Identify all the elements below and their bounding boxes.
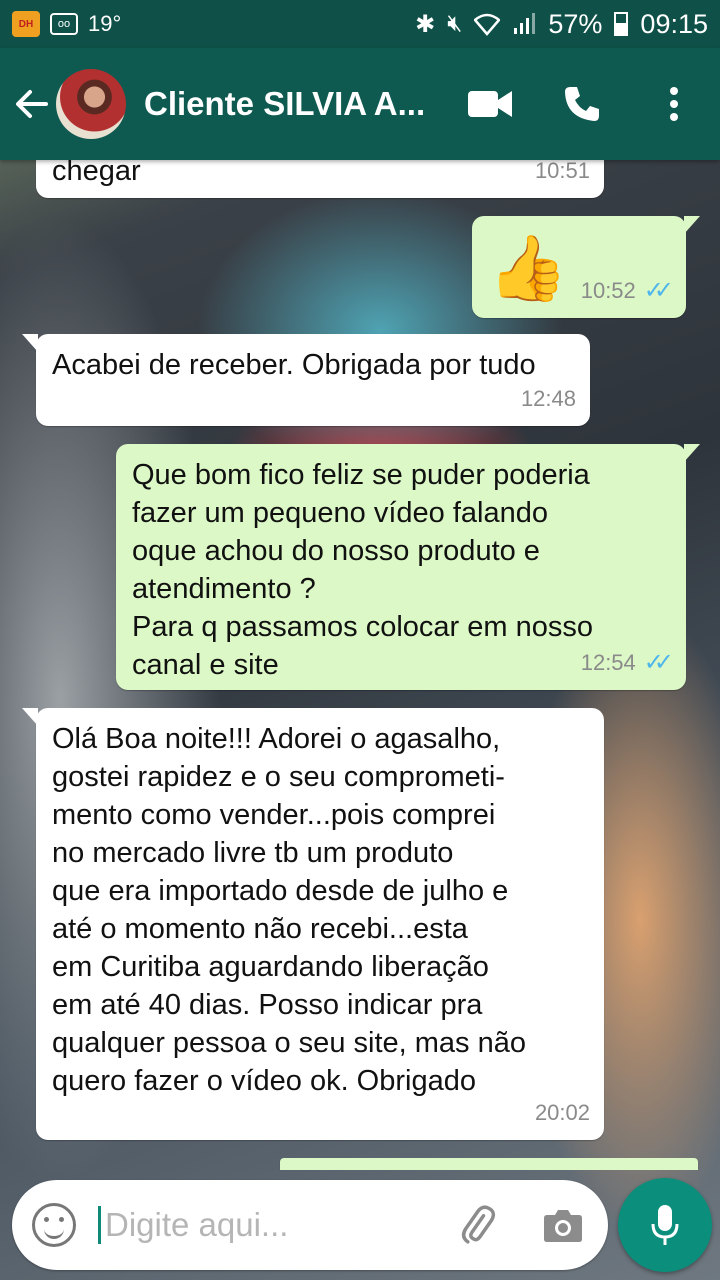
message-input[interactable] xyxy=(98,1206,428,1244)
camera-button[interactable] xyxy=(538,1200,588,1250)
battery-percent: 57% xyxy=(548,8,603,39)
message-bubble-incoming[interactable]: chegar 10:51 xyxy=(36,160,604,198)
contact-name[interactable]: Cliente SILVIA A... xyxy=(144,85,434,123)
mic-icon xyxy=(651,1205,679,1245)
back-arrow-icon xyxy=(16,90,48,118)
more-options-icon xyxy=(670,87,678,121)
message-text: Acabei de receber. Obrigada por tudo xyxy=(52,349,536,381)
back-button[interactable] xyxy=(0,48,64,160)
voicemail-icon: oo xyxy=(50,13,78,35)
message-bubble-outgoing[interactable]: Que bom fico feliz se puder poderia faze… xyxy=(116,444,700,690)
emoji-icon[interactable] xyxy=(32,1203,76,1247)
bluetooth-icon: ✱ xyxy=(415,10,436,38)
message-composer xyxy=(12,1180,608,1270)
attach-button[interactable] xyxy=(452,1200,502,1250)
read-receipt-icon: ✓✓ xyxy=(643,277,674,304)
more-options-button[interactable] xyxy=(628,48,720,160)
voice-call-button[interactable] xyxy=(536,48,628,160)
battery-icon xyxy=(614,12,629,36)
video-call-button[interactable] xyxy=(444,48,536,160)
video-call-icon xyxy=(468,91,512,117)
voice-message-button[interactable] xyxy=(618,1178,712,1272)
wifi-icon xyxy=(474,13,501,36)
app-notification-icon: DH xyxy=(12,11,40,37)
chat-header: Cliente SILVIA A... xyxy=(0,48,720,160)
message-bubble-outgoing[interactable]: 👍 10:52 ✓✓ xyxy=(472,216,700,318)
message-time: 12:54 xyxy=(580,650,636,675)
avatar[interactable] xyxy=(56,69,126,139)
status-bar: DH oo 19° ✱ 🔇︎ 57% 09:15 xyxy=(0,0,720,48)
message-time: 12:48 xyxy=(520,386,576,411)
message-bubble-outgoing-partial[interactable] xyxy=(280,1158,698,1170)
message-time: 20:02 xyxy=(534,1100,590,1125)
message-text: chegar xyxy=(52,160,141,187)
weather-temperature: 19° xyxy=(88,11,122,36)
attach-icon xyxy=(461,1205,496,1244)
read-receipt-icon: ✓✓ xyxy=(643,649,674,676)
message-bubble-incoming[interactable]: Acabei de receber. Obrigada por tudo 12:… xyxy=(22,334,590,426)
mute-icon: 🔇︎ xyxy=(447,10,463,37)
message-list[interactable]: chegar 10:51 👍 10:52 ✓✓ Acabei de receber… xyxy=(0,160,720,1170)
message-time: 10:52 xyxy=(580,278,636,303)
camera-icon xyxy=(544,1210,582,1242)
message-time: 10:51 xyxy=(534,160,590,183)
signal-icon xyxy=(514,13,536,34)
message-bubble-incoming[interactable]: Olá Boa noite!!! Adorei o agasalho, gost… xyxy=(22,708,604,1140)
clock: 09:15 xyxy=(640,8,708,39)
phone-icon xyxy=(565,87,599,121)
message-text: Olá Boa noite!!! Adorei o agasalho, gost… xyxy=(52,723,526,1097)
